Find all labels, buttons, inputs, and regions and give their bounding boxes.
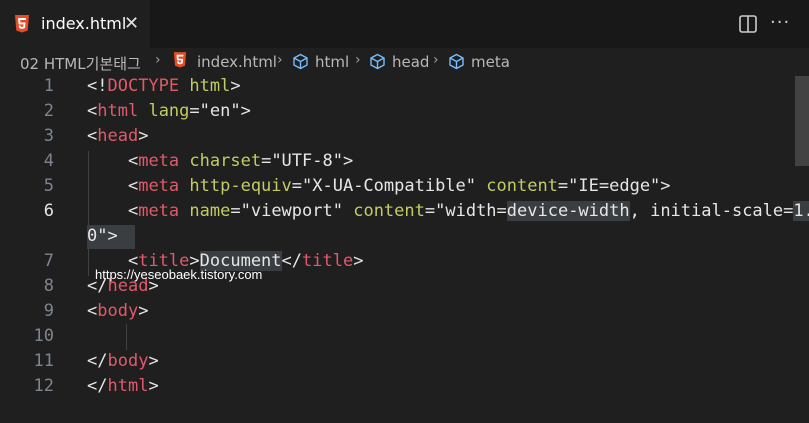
- breadcrumb-item-html[interactable]: html: [315, 53, 349, 71]
- code-line: <meta charset="UTF-8">: [127, 151, 354, 171]
- line-number: 5: [43, 176, 54, 196]
- code-line: <!DOCTYPE html>: [87, 76, 241, 96]
- chevron-right-icon: ›: [277, 52, 283, 68]
- code-line: <html lang="en">: [87, 101, 251, 121]
- line-number: 4: [43, 151, 54, 171]
- line-number: 12: [33, 376, 54, 396]
- code-line-wrapped: 0">: [87, 226, 118, 246]
- chevron-right-icon: ›: [155, 52, 161, 68]
- code-line: <body>: [87, 301, 149, 321]
- breadcrumb-item-meta[interactable]: meta: [471, 53, 510, 71]
- html5-icon: [15, 15, 29, 33]
- indent-guide: [126, 324, 127, 350]
- line-number: 1: [43, 76, 54, 96]
- breadcrumb-file[interactable]: index.html: [197, 53, 277, 71]
- tab-bar: index.html ✕ ···: [0, 0, 809, 48]
- line-number: 8: [43, 276, 54, 296]
- split-editor-icon[interactable]: [739, 15, 757, 33]
- line-number: 3: [43, 126, 54, 146]
- cube-icon: [293, 53, 308, 70]
- code-line: </html>: [87, 376, 159, 396]
- line-number: 11: [33, 351, 54, 371]
- tab-index-html[interactable]: index.html ✕: [0, 0, 150, 48]
- close-icon[interactable]: ✕: [124, 13, 139, 34]
- code-line: <meta http-equiv="X-UA-Compatible" conte…: [127, 176, 671, 196]
- breadcrumb-folder[interactable]: 02 HTML기본태그: [20, 53, 141, 74]
- code-line: <head>: [87, 126, 149, 146]
- code-editor[interactable]: 1 2 3 4 5 6 7 8 9 10 11 12 <!DOCTYPE htm…: [0, 76, 809, 423]
- line-number: 9: [43, 301, 54, 321]
- cube-icon: [449, 53, 464, 70]
- more-actions-icon[interactable]: ···: [770, 12, 790, 33]
- cube-icon: [370, 53, 385, 70]
- line-number: 2: [43, 101, 54, 121]
- tab-title: index.html: [41, 14, 127, 33]
- html5-icon: [173, 52, 187, 68]
- breadcrumb: 02 HTML기본태그 › index.html › html › head ›…: [0, 48, 809, 76]
- line-number-active: 6: [43, 201, 54, 221]
- scrollbar[interactable]: [795, 76, 809, 166]
- chevron-right-icon: ›: [433, 52, 439, 68]
- chevron-right-icon: ›: [355, 52, 361, 68]
- code-line: </body>: [87, 351, 159, 371]
- code-line-active: <meta name="viewport" content="width=dev…: [87, 201, 809, 221]
- breadcrumb-item-head[interactable]: head: [392, 53, 429, 71]
- line-number: 10: [33, 326, 54, 346]
- line-number: 7: [43, 251, 54, 271]
- watermark: https://yeseobaek.tistory.com: [95, 267, 263, 282]
